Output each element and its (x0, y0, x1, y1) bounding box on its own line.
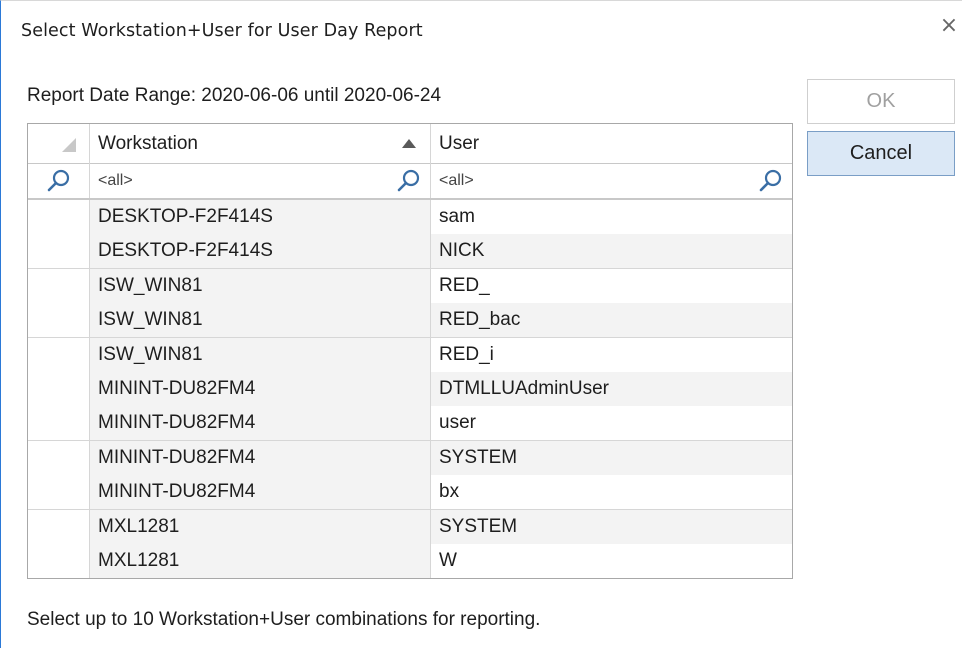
row-indicator[interactable] (28, 543, 90, 578)
workstation-cell: MININT-DU82FM4 (90, 440, 431, 475)
filter-value: <all> (98, 172, 133, 189)
table-row[interactable]: ISW_WIN81 RED_i (28, 337, 792, 372)
dialog-window: Select Workstation+User for User Day Rep… (0, 0, 962, 648)
row-indicator[interactable] (28, 406, 90, 441)
workstation-cell: ISW_WIN81 (90, 268, 431, 303)
workstation-user-grid[interactable]: Workstation User <all> <all> DESKTOP-F2F… (27, 123, 793, 579)
workstation-cell: ISW_WIN81 (90, 303, 431, 338)
row-indicator[interactable] (28, 200, 90, 234)
table-row[interactable]: MININT-DU82FM4 bx (28, 475, 792, 510)
workstation-filter-input[interactable]: <all> (90, 164, 431, 198)
table-row[interactable]: MININT-DU82FM4 DTMLLUAdminUser (28, 371, 792, 407)
user-cell: RED_bac (431, 303, 792, 338)
column-header-label: User (439, 133, 480, 154)
search-icon (47, 169, 70, 192)
user-cell: NICK (431, 234, 792, 269)
row-indicator[interactable] (28, 234, 90, 269)
table-row[interactable]: ISW_WIN81 RED_bac (28, 303, 792, 338)
table-row[interactable]: MXL1281 W (28, 543, 792, 579)
close-icon[interactable]: × (936, 13, 962, 39)
workstation-cell: MININT-DU82FM4 (90, 475, 431, 510)
row-indicator[interactable] (28, 440, 90, 475)
user-cell: SYSTEM (431, 509, 792, 544)
dialog-title: Select Workstation+User for User Day Rep… (21, 21, 423, 41)
table-row[interactable]: MXL1281 SYSTEM (28, 509, 792, 544)
table-row[interactable]: MININT-DU82FM4 SYSTEM (28, 440, 792, 476)
column-header-label: Workstation (98, 133, 198, 154)
row-indicator[interactable] (28, 475, 90, 510)
user-cell: user (431, 406, 792, 441)
row-indicator[interactable] (28, 509, 90, 544)
filter-row: <all> <all> (28, 164, 792, 200)
select-all-corner-icon (62, 138, 76, 152)
user-cell: W (431, 543, 792, 578)
workstation-cell: ISW_WIN81 (90, 337, 431, 372)
table-row[interactable]: DESKTOP-F2F414S sam (28, 200, 792, 235)
workstation-cell: MININT-DU82FM4 (90, 371, 431, 406)
grid-rows: DESKTOP-F2F414S sam DESKTOP-F2F414S NICK… (28, 200, 792, 579)
row-indicator-header[interactable] (28, 124, 90, 164)
workstation-cell: MXL1281 (90, 509, 431, 544)
row-indicator[interactable] (28, 268, 90, 303)
user-cell: bx (431, 475, 792, 510)
footer-instructions: Select up to 10 Workstation+User combina… (27, 609, 541, 630)
workstation-cell: DESKTOP-F2F414S (90, 234, 431, 269)
report-date-range: Report Date Range: 2020-06-06 until 2020… (27, 85, 442, 106)
column-header-workstation[interactable]: Workstation (90, 124, 431, 164)
user-filter-input[interactable]: <all> (431, 164, 792, 198)
filter-row-indicator[interactable] (28, 164, 90, 198)
ok-button[interactable]: OK (807, 79, 955, 124)
search-icon (759, 169, 782, 192)
workstation-cell: DESKTOP-F2F414S (90, 200, 431, 234)
row-indicator[interactable] (28, 371, 90, 406)
row-indicator[interactable] (28, 337, 90, 372)
user-cell: sam (431, 200, 792, 234)
workstation-cell: MININT-DU82FM4 (90, 406, 431, 441)
user-cell: SYSTEM (431, 440, 792, 475)
table-row[interactable]: MININT-DU82FM4 user (28, 406, 792, 441)
workstation-cell: MXL1281 (90, 543, 431, 578)
user-cell: RED_ (431, 268, 792, 303)
row-indicator[interactable] (28, 303, 90, 338)
user-cell: DTMLLUAdminUser (431, 371, 792, 406)
sort-ascending-icon (402, 139, 416, 148)
grid-header: Workstation User (28, 124, 792, 164)
table-row[interactable]: ISW_WIN81 RED_ (28, 268, 792, 304)
filter-value: <all> (439, 172, 474, 189)
table-row[interactable]: DESKTOP-F2F414S NICK (28, 234, 792, 269)
cancel-button[interactable]: Cancel (807, 131, 955, 176)
user-cell: RED_i (431, 337, 792, 372)
search-icon (397, 169, 420, 192)
column-header-user[interactable]: User (431, 124, 792, 164)
